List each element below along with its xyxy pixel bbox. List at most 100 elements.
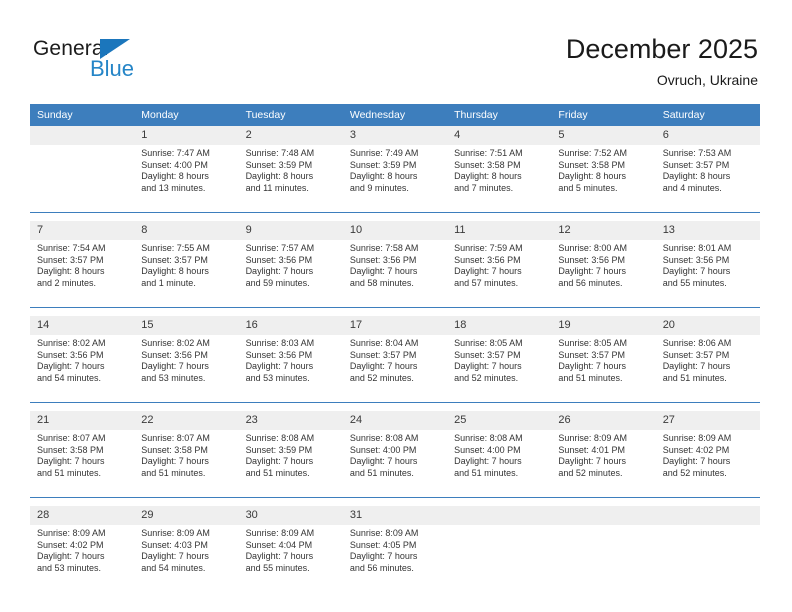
daylight-text-line1: Daylight: 7 hours — [454, 456, 522, 467]
day-cell[interactable]: Sunrise: 7:53 AM Sunset: 3:57 PM Daylight:… — [655, 145, 760, 213]
day-cell[interactable]: Sunrise: 8:09 AM Sunset: 4:02 PM Daylight:… — [30, 525, 135, 592]
day-number[interactable]: 11 — [447, 220, 552, 240]
calendar-detail-row: Sunrise: 8:07 AM Sunset: 3:58 PM Daylight:… — [30, 430, 760, 498]
day-cell-empty — [551, 525, 656, 592]
sunset-text: Sunset: 3:56 PM — [245, 349, 313, 360]
day-cell[interactable]: Sunrise: 8:04 AM Sunset: 3:57 PM Daylight:… — [342, 335, 448, 403]
sunset-text: Sunset: 4:01 PM — [558, 444, 625, 455]
day-number[interactable]: 25 — [447, 410, 552, 430]
day-number[interactable]: 21 — [30, 410, 135, 430]
daylight-text-line2: and 9 minutes. — [349, 182, 409, 193]
daylight-text-line2: and 55 minutes. — [662, 277, 727, 288]
day-cell[interactable]: Sunrise: 8:02 AM Sunset: 3:56 PM Daylight:… — [30, 335, 135, 403]
sunset-text: Sunset: 3:58 PM — [37, 444, 104, 455]
logo-text-blue: Blue — [90, 56, 135, 81]
sunrise-text: Sunrise: 8:06 AM — [662, 338, 732, 348]
day-number[interactable]: 29 — [134, 505, 239, 525]
day-number-empty — [655, 505, 760, 525]
calendar-detail-row: Sunrise: 7:47 AM Sunset: 4:00 PM Daylight:… — [30, 145, 760, 213]
sunrise-text: Sunrise: 7:54 AM — [37, 243, 106, 253]
daylight-text-line2: and 13 minutes. — [141, 182, 206, 193]
day-number[interactable]: 2 — [238, 126, 343, 145]
day-cell[interactable]: Sunrise: 7:51 AM Sunset: 3:58 PM Daylight:… — [447, 145, 552, 213]
day-number[interactable]: 16 — [238, 315, 343, 335]
daylight-text-line2: and 51 minutes. — [349, 467, 414, 478]
day-number[interactable]: 15 — [134, 315, 239, 335]
day-cell[interactable]: Sunrise: 8:09 AM Sunset: 4:01 PM Daylight:… — [551, 430, 656, 498]
day-cell[interactable]: Sunrise: 7:55 AM Sunset: 3:57 PM Daylight:… — [134, 240, 239, 308]
day-cell[interactable]: Sunrise: 7:52 AM Sunset: 3:58 PM Daylight:… — [551, 145, 656, 213]
daylight-text-line1: Daylight: 8 hours — [245, 171, 314, 182]
day-number-empty — [30, 126, 135, 145]
day-cell[interactable]: Sunrise: 8:08 AM Sunset: 4:00 PM Daylight:… — [447, 430, 552, 498]
day-number[interactable]: 5 — [551, 126, 656, 145]
day-cell[interactable]: Sunrise: 7:59 AM Sunset: 3:56 PM Daylight:… — [447, 240, 552, 308]
day-cell[interactable]: Sunrise: 8:07 AM Sunset: 3:58 PM Daylight:… — [30, 430, 135, 498]
sunset-text: Sunset: 3:57 PM — [662, 349, 730, 360]
sunrise-text: Sunrise: 8:09 AM — [37, 528, 106, 538]
day-cell[interactable]: Sunrise: 8:00 AM Sunset: 3:56 PM Daylight:… — [551, 240, 656, 308]
day-cell[interactable]: Sunrise: 8:06 AM Sunset: 3:57 PM Daylight:… — [655, 335, 760, 403]
day-cell[interactable]: Sunrise: 8:05 AM Sunset: 3:57 PM Daylight:… — [447, 335, 552, 403]
day-number[interactable]: 3 — [342, 126, 448, 145]
day-number[interactable]: 24 — [342, 410, 448, 430]
day-number[interactable]: 19 — [551, 315, 656, 335]
day-cell[interactable]: Sunrise: 8:07 AM Sunset: 3:58 PM Daylight:… — [134, 430, 239, 498]
day-cell[interactable]: Sunrise: 8:09 AM Sunset: 4:02 PM Daylight:… — [655, 430, 760, 498]
day-number[interactable]: 18 — [447, 315, 552, 335]
day-number[interactable]: 12 — [551, 220, 656, 240]
sunset-text: Sunset: 3:59 PM — [245, 444, 313, 455]
day-number[interactable]: 17 — [342, 315, 448, 335]
day-cell[interactable]: Sunrise: 8:09 AM Sunset: 4:05 PM Daylight:… — [342, 525, 448, 592]
daylight-text-line2: and 57 minutes. — [454, 277, 519, 288]
day-number[interactable]: 30 — [238, 505, 343, 525]
day-number[interactable]: 27 — [655, 410, 760, 430]
calendar-body: 123456 Sunrise: 7:47 AM Sunset: 4:00 PM Da… — [30, 126, 760, 592]
day-cell[interactable]: Sunrise: 8:09 AM Sunset: 4:03 PM Daylight:… — [134, 525, 239, 592]
daylight-text-line2: and 2 minutes. — [37, 277, 97, 288]
day-cell[interactable]: Sunrise: 8:08 AM Sunset: 3:59 PM Daylight:… — [238, 430, 343, 498]
sunset-text: Sunset: 4:00 PM — [141, 159, 208, 170]
day-number[interactable]: 13 — [655, 220, 760, 240]
day-cell[interactable]: Sunrise: 7:49 AM Sunset: 3:59 PM Daylight:… — [342, 145, 448, 213]
day-number[interactable]: 14 — [30, 315, 135, 335]
day-cell[interactable]: Sunrise: 8:02 AM Sunset: 3:56 PM Daylight:… — [134, 335, 239, 403]
day-number[interactable]: 20 — [655, 315, 760, 335]
general-blue-logo[interactable]: General Blue — [33, 38, 233, 88]
day-number[interactable]: 9 — [238, 220, 343, 240]
day-number[interactable]: 1 — [134, 126, 239, 145]
sunset-text: Sunset: 3:56 PM — [558, 254, 625, 265]
daylight-text-line2: and 52 minutes. — [662, 467, 727, 478]
day-number[interactable]: 26 — [551, 410, 656, 430]
day-number[interactable]: 28 — [30, 505, 135, 525]
day-cell[interactable]: Sunrise: 8:05 AM Sunset: 3:57 PM Daylight:… — [551, 335, 656, 403]
day-cell[interactable]: Sunrise: 8:01 AM Sunset: 3:56 PM Daylight:… — [655, 240, 760, 308]
day-cell[interactable]: Sunrise: 8:03 AM Sunset: 3:56 PM Daylight:… — [238, 335, 343, 403]
daylight-text-line1: Daylight: 7 hours — [349, 361, 418, 372]
daylight-text-line1: Daylight: 8 hours — [349, 171, 418, 182]
sunrise-text: Sunrise: 8:08 AM — [454, 433, 523, 443]
day-cell[interactable]: Sunrise: 7:54 AM Sunset: 3:57 PM Daylight:… — [30, 240, 135, 308]
day-cell[interactable]: Sunrise: 7:47 AM Sunset: 4:00 PM Daylight:… — [134, 145, 239, 213]
day-number[interactable]: 31 — [342, 505, 448, 525]
daylight-text-line1: Daylight: 8 hours — [558, 171, 626, 182]
daylight-text-line1: Daylight: 7 hours — [141, 456, 209, 467]
day-number[interactable]: 6 — [655, 126, 760, 145]
day-cell[interactable]: Sunrise: 7:58 AM Sunset: 3:56 PM Daylight:… — [342, 240, 448, 308]
daylight-text-line1: Daylight: 7 hours — [349, 456, 418, 467]
day-number[interactable]: 22 — [134, 410, 239, 430]
day-cell[interactable]: Sunrise: 8:09 AM Sunset: 4:04 PM Daylight:… — [238, 525, 343, 592]
day-number[interactable]: 8 — [134, 220, 239, 240]
day-number[interactable]: 23 — [238, 410, 343, 430]
weekday-header-wednesday: Wednesday — [342, 104, 448, 126]
day-cell[interactable]: Sunrise: 8:08 AM Sunset: 4:00 PM Daylight:… — [342, 430, 448, 498]
daylight-text-line1: Daylight: 7 hours — [558, 266, 626, 277]
sunrise-text: Sunrise: 8:09 AM — [558, 433, 627, 443]
sunrise-text: Sunrise: 8:09 AM — [662, 433, 732, 443]
sunrise-text: Sunrise: 8:08 AM — [349, 433, 419, 443]
day-cell[interactable]: Sunrise: 7:48 AM Sunset: 3:59 PM Daylight:… — [238, 145, 343, 213]
day-number[interactable]: 7 — [30, 220, 135, 240]
day-cell[interactable]: Sunrise: 7:57 AM Sunset: 3:56 PM Daylight:… — [238, 240, 343, 308]
day-number[interactable]: 4 — [447, 126, 552, 145]
day-number[interactable]: 10 — [342, 220, 448, 240]
